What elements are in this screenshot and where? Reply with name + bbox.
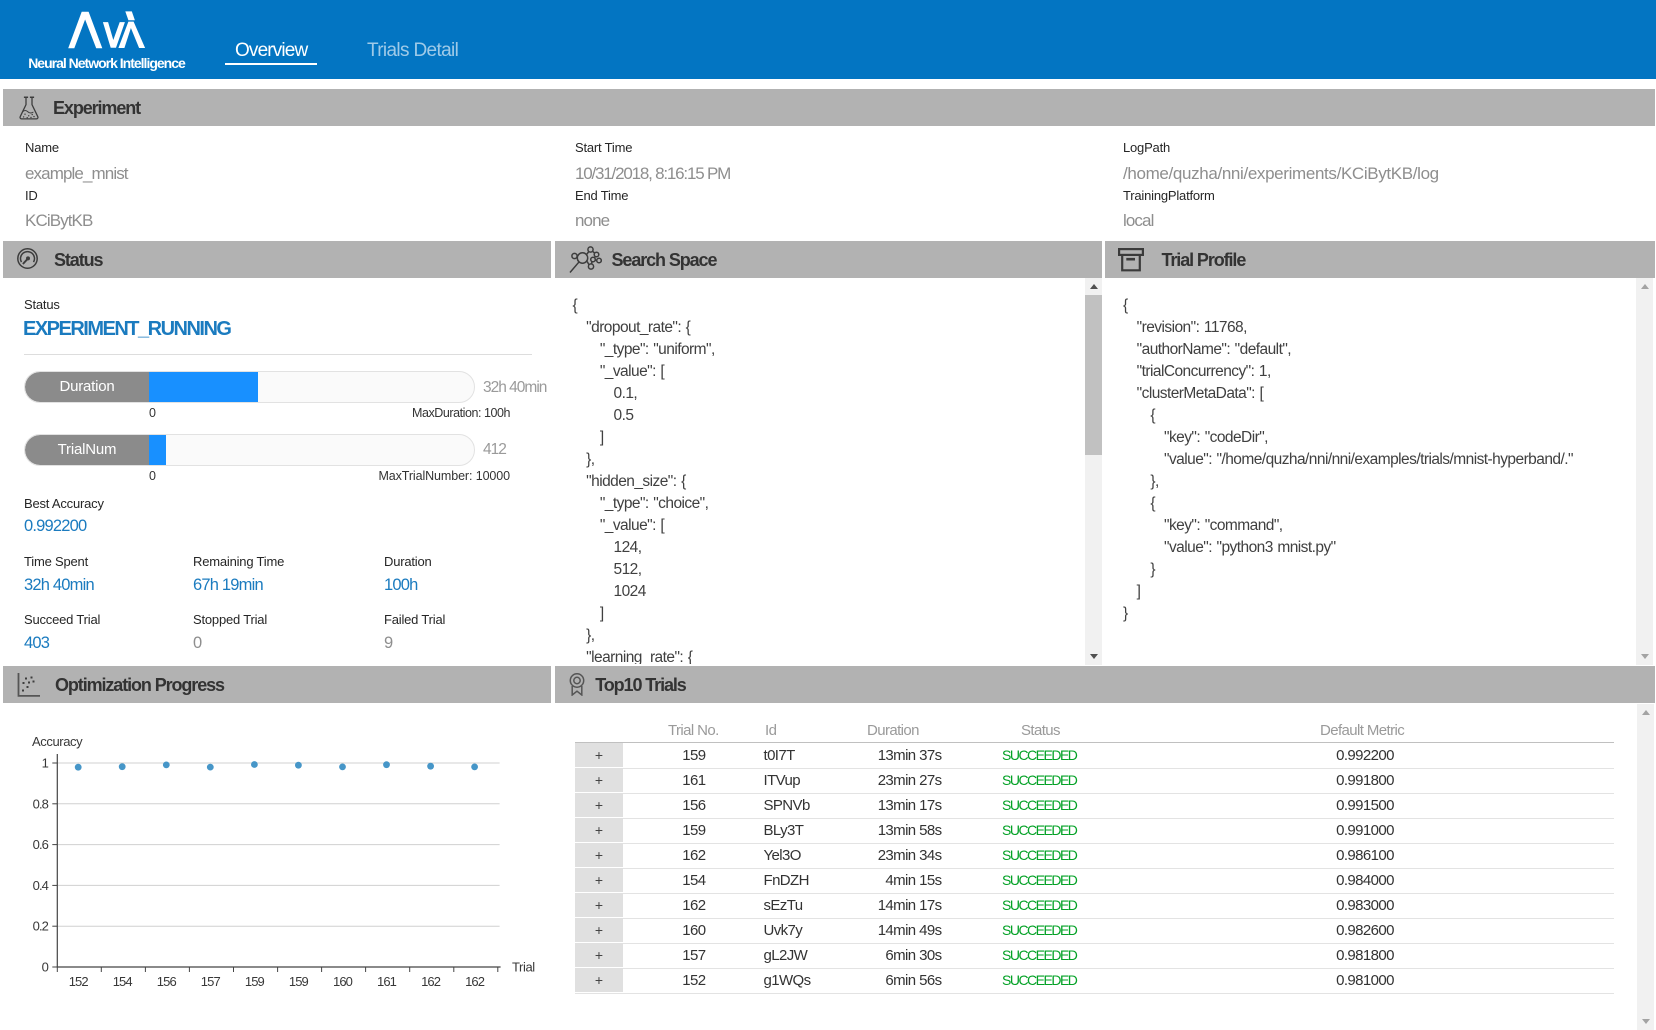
svg-text:154: 154 — [113, 974, 133, 989]
svg-text:Accuracy: Accuracy — [32, 734, 83, 749]
svg-text:160: 160 — [333, 974, 353, 989]
svg-text:0.6: 0.6 — [33, 837, 49, 852]
svg-text:157: 157 — [201, 974, 221, 989]
svg-text:0.8: 0.8 — [33, 796, 49, 811]
svg-text:Trial: Trial — [512, 960, 535, 975]
svg-text:162: 162 — [421, 974, 441, 989]
svg-text:159: 159 — [289, 974, 309, 989]
svg-text:162: 162 — [465, 974, 485, 989]
svg-text:159: 159 — [245, 974, 265, 989]
svg-text:0: 0 — [42, 960, 49, 975]
svg-text:156: 156 — [157, 974, 177, 989]
svg-text:152: 152 — [69, 974, 89, 989]
svg-text:0.2: 0.2 — [33, 919, 49, 934]
svg-text:161: 161 — [377, 974, 397, 989]
svg-text:0.4: 0.4 — [33, 878, 49, 893]
svg-text:1: 1 — [42, 756, 49, 771]
